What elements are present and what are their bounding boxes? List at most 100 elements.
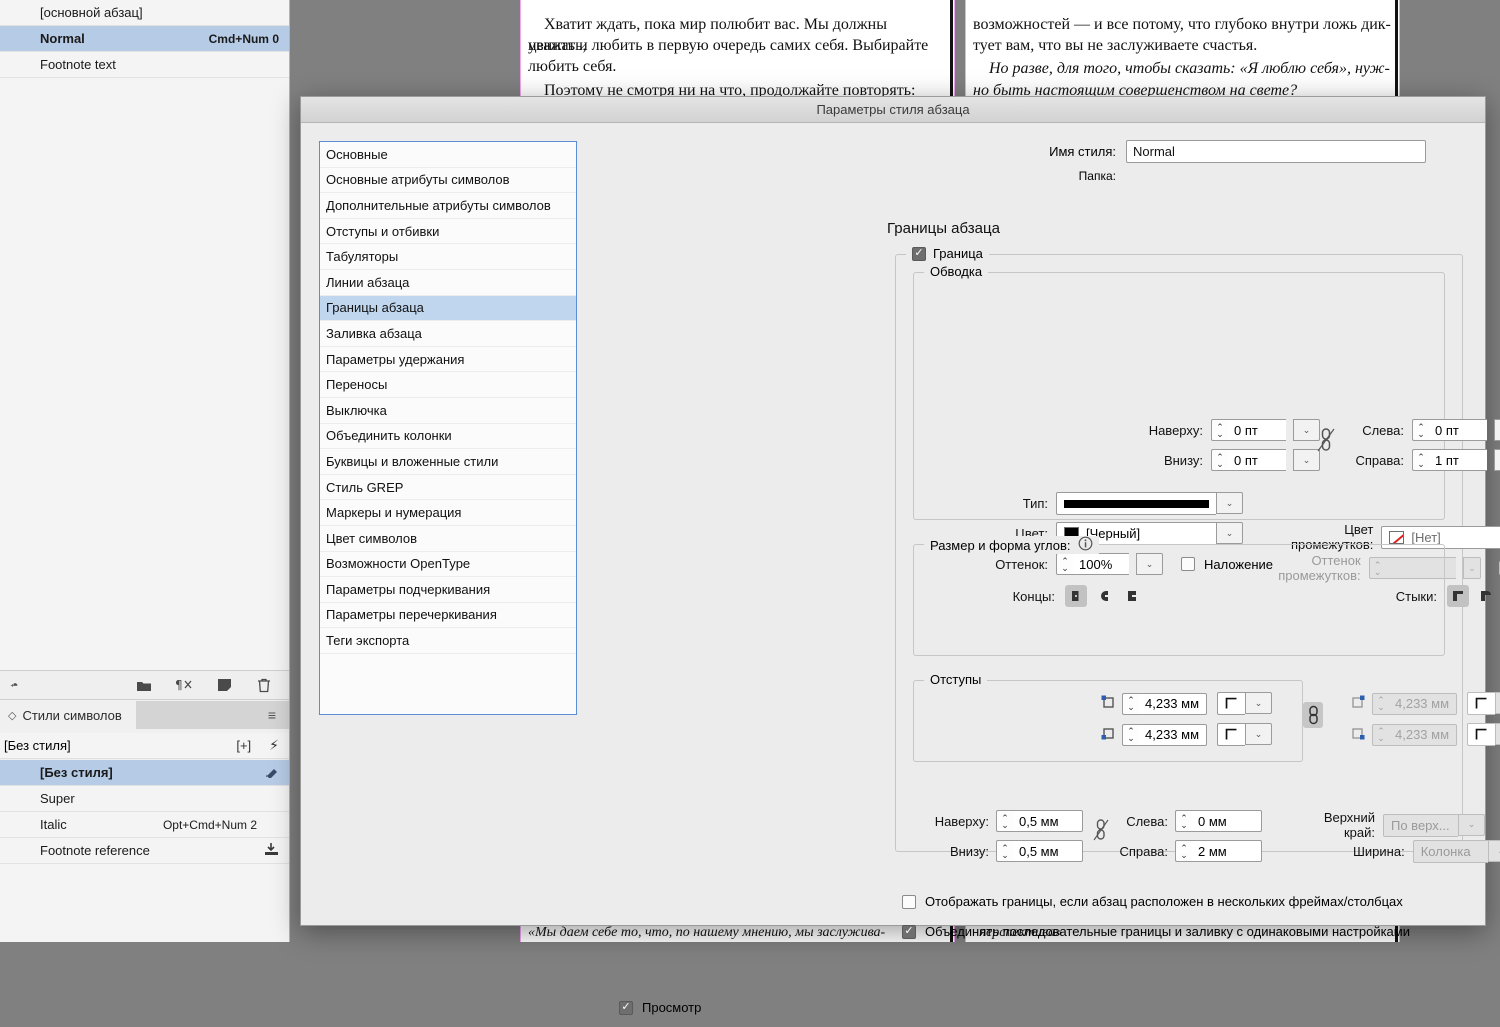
new-style-icon[interactable] bbox=[215, 676, 233, 694]
stroke-right-value[interactable]: 1 пт bbox=[1429, 449, 1487, 471]
stroke-type-value[interactable] bbox=[1056, 492, 1216, 515]
paragraph-styles-list[interactable]: [основной абзац] Normal Cmd+Num 0 Footno… bbox=[0, 0, 289, 78]
category-item-basic-char-formats[interactable]: Основные атрибуты символов bbox=[320, 168, 576, 194]
stepper-arrows-icon[interactable]: ⌃⌄ bbox=[1175, 810, 1192, 832]
offset-right-value[interactable]: 2 мм bbox=[1192, 840, 1262, 862]
preview-row[interactable]: Просмотр bbox=[619, 1000, 701, 1015]
clear-overrides-bolt-icon[interactable]: ⚡ bbox=[269, 737, 279, 754]
stroke-bottom-spinbox[interactable]: ⌃⌄ 0 пт bbox=[1211, 449, 1286, 471]
paragraph-style-row-normal[interactable]: Normal Cmd+Num 0 bbox=[0, 26, 289, 52]
stroke-color-dropdown-arrow[interactable]: ⌄ bbox=[1216, 522, 1243, 544]
add-style-icon[interactable]: [+] bbox=[236, 738, 251, 753]
stepper-arrows-icon[interactable]: ⌃⌄ bbox=[1211, 419, 1228, 441]
display-borders-checkbox[interactable] bbox=[902, 895, 916, 909]
character-style-row-super[interactable]: Super bbox=[0, 786, 289, 812]
border-checkbox[interactable] bbox=[912, 247, 926, 261]
category-item-indents-spacing[interactable]: Отступы и отбивки bbox=[320, 219, 576, 245]
panel-collapse-icon[interactable]: ◇ bbox=[8, 709, 16, 722]
miter-join-icon[interactable] bbox=[1447, 585, 1469, 607]
stepper-arrows-icon[interactable]: ⌃⌄ bbox=[1412, 419, 1429, 441]
category-item-paragraph-border[interactable]: Границы абзаца bbox=[320, 296, 576, 322]
category-item-hyphenation[interactable]: Переносы bbox=[320, 372, 576, 398]
stepper-arrows-icon[interactable]: ⌃⌄ bbox=[1211, 449, 1228, 471]
category-item-tabs[interactable]: Табуляторы bbox=[320, 244, 576, 270]
stepper-arrows-icon[interactable]: ⌃⌄ bbox=[996, 810, 1013, 832]
border-enable-row[interactable]: Граница bbox=[906, 246, 989, 261]
width-value[interactable]: Колонка bbox=[1413, 840, 1488, 863]
tab-character-styles[interactable]: ◇ Стили символов bbox=[0, 701, 136, 729]
stroke-right-spinbox[interactable]: ⌃⌄ 1 пт bbox=[1412, 449, 1487, 471]
offset-right-spinbox[interactable]: ⌃⌄ 2 мм bbox=[1175, 840, 1262, 862]
category-item-advanced-char-formats[interactable]: Дополнительные атрибуты символов bbox=[320, 193, 576, 219]
width-dropdown[interactable]: ⌄ bbox=[1488, 840, 1500, 862]
svg-text:¶: ¶ bbox=[175, 678, 183, 692]
top-edge-value[interactable]: По верх... bbox=[1383, 814, 1458, 837]
category-item-osnovnye[interactable]: Основные bbox=[320, 142, 576, 168]
stroke-type-dropdown-arrow[interactable]: ⌄ bbox=[1216, 492, 1243, 514]
category-list[interactable]: Основные Основные атрибуты символов Допо… bbox=[319, 141, 577, 715]
category-item-keep-options[interactable]: Параметры удержания bbox=[320, 347, 576, 373]
character-style-row-footnote-reference[interactable]: Footnote reference bbox=[0, 838, 289, 864]
load-styles-icon[interactable] bbox=[0, 676, 18, 694]
category-item-drop-caps-nested-styles[interactable]: Буквицы и вложенные стили bbox=[320, 449, 576, 475]
offset-top-spinbox[interactable]: ⌃⌄ 0,5 мм bbox=[996, 810, 1083, 832]
linked-chain-icon[interactable] bbox=[1303, 702, 1323, 728]
delete-style-icon[interactable] bbox=[255, 676, 273, 694]
round-join-icon[interactable] bbox=[1475, 585, 1497, 607]
character-styles-list[interactable]: [Без стиля] Super Italic Opt+Cmd+Num 2 F… bbox=[0, 760, 289, 864]
stroke-top-spinbox[interactable]: ⌃⌄ 0 пт bbox=[1211, 419, 1286, 441]
dialog-titlebar: Параметры стиля абзаца bbox=[301, 97, 1485, 123]
category-item-opentype-features[interactable]: Возможности OpenType bbox=[320, 552, 576, 578]
preview-checkbox[interactable] bbox=[619, 1001, 633, 1015]
top-edge-combo[interactable]: По верх... ⌄ bbox=[1383, 814, 1485, 837]
paragraph-style-row-footnote[interactable]: Footnote text bbox=[0, 52, 289, 78]
offset-left-value[interactable]: 0 мм bbox=[1192, 810, 1262, 832]
offset-bottom-spinbox[interactable]: ⌃⌄ 0,5 мм bbox=[996, 840, 1083, 862]
category-item-export-tagging[interactable]: Теги экспорта bbox=[320, 628, 576, 654]
character-style-row-italic[interactable]: Italic Opt+Cmd+Num 2 bbox=[0, 812, 289, 838]
display-borders-row[interactable]: Отображать границы, если абзац расположе… bbox=[902, 894, 1403, 909]
character-style-row-none[interactable]: [Без стиля] bbox=[0, 760, 289, 786]
stroke-left-spinbox[interactable]: ⌃⌄ 0 пт bbox=[1412, 419, 1487, 441]
category-item-underline-options[interactable]: Параметры подчеркивания bbox=[320, 577, 576, 603]
stroke-top-value[interactable]: 0 пт bbox=[1228, 419, 1286, 441]
stepper-arrows-icon[interactable]: ⌃⌄ bbox=[996, 840, 1013, 862]
category-item-paragraph-rules[interactable]: Линии абзаца bbox=[320, 270, 576, 296]
clear-overrides-icon[interactable]: ¶ bbox=[175, 676, 193, 694]
category-label: Возможности OpenType bbox=[326, 556, 470, 571]
offset-bottom-value[interactable]: 0,5 мм bbox=[1013, 840, 1083, 862]
stroke-right-dropdown[interactable]: ⌄ bbox=[1494, 449, 1500, 471]
width-combo[interactable]: Колонка ⌄ bbox=[1413, 840, 1500, 863]
category-item-paragraph-shading[interactable]: Заливка абзаца bbox=[320, 321, 576, 347]
stroke-left-dropdown[interactable]: ⌄ bbox=[1494, 419, 1500, 441]
style-name-input[interactable]: Normal bbox=[1126, 140, 1426, 163]
doc-line-r3: Но разве, для того, чтобы сказать: «Я лю… bbox=[973, 58, 1392, 79]
category-label: Параметры подчеркивания bbox=[326, 582, 490, 597]
stepper-arrows-icon[interactable]: ⌃⌄ bbox=[1412, 449, 1429, 471]
stepper-arrows-icon[interactable]: ⌃⌄ bbox=[1175, 840, 1192, 862]
category-item-strikethrough-options[interactable]: Параметры перечеркивания bbox=[320, 603, 576, 629]
category-item-bullets-numbering[interactable]: Маркеры и нумерация bbox=[320, 500, 576, 526]
category-label: Линии абзаца bbox=[326, 275, 409, 290]
category-item-justification[interactable]: Выключка bbox=[320, 398, 576, 424]
merge-borders-checkbox[interactable] bbox=[902, 925, 916, 939]
top-edge-dropdown[interactable]: ⌄ bbox=[1458, 814, 1485, 836]
info-icon[interactable] bbox=[1078, 536, 1093, 554]
paragraph-style-row-basic[interactable]: [основной абзац] bbox=[0, 0, 289, 26]
category-item-grep-style[interactable]: Стиль GREP bbox=[320, 475, 576, 501]
broken-link-icon[interactable] bbox=[1316, 427, 1336, 456]
merge-borders-row[interactable]: Объединять последовательные границы и за… bbox=[902, 924, 1410, 939]
stroke-left-value[interactable]: 0 пт bbox=[1429, 419, 1487, 441]
offset-top-value[interactable]: 0,5 мм bbox=[1013, 810, 1083, 832]
corner-top-right-value: 4,233 мм bbox=[1389, 693, 1457, 715]
new-group-icon[interactable] bbox=[135, 676, 153, 694]
paragraph-styles-toolbar[interactable]: ¶ bbox=[0, 670, 289, 700]
offset-left-spinbox[interactable]: ⌃⌄ 0 мм bbox=[1175, 810, 1262, 832]
character-styles-tabbar[interactable]: ◇ Стили символов ≡ bbox=[0, 701, 289, 729]
category-item-span-columns[interactable]: Объединить колонки bbox=[320, 424, 576, 450]
stroke-type-combo[interactable]: ⌄ bbox=[1056, 492, 1243, 515]
stroke-bottom-value[interactable]: 0 пт bbox=[1228, 449, 1286, 471]
category-item-character-color[interactable]: Цвет символов bbox=[320, 526, 576, 552]
corner-fieldset: Размер и форма углов: bbox=[913, 544, 1445, 656]
panel-menu-icon[interactable]: ≡ bbox=[268, 707, 289, 723]
